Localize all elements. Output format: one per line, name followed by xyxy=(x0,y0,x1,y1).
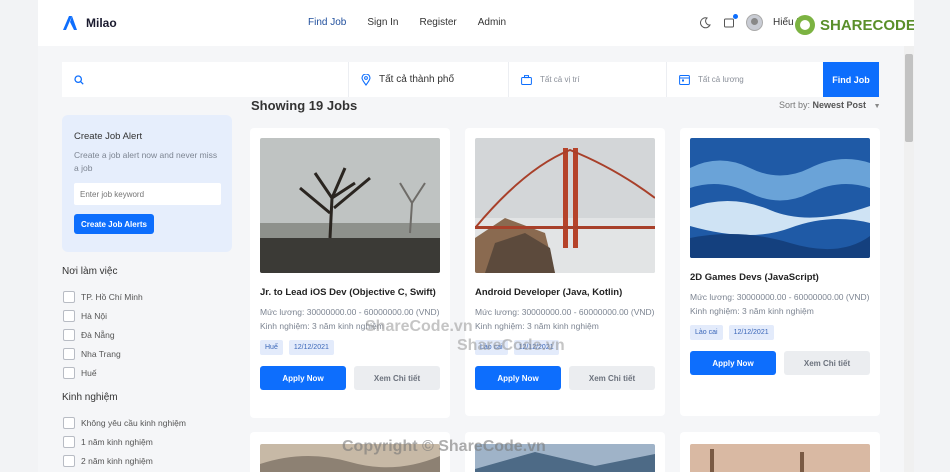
copyright-watermark: Copyright © ShareCode.vn xyxy=(342,438,546,455)
job-card: 2D Games Devs (JavaScript) Mức lương: 30… xyxy=(680,128,880,416)
golden-gate-bridge-photo xyxy=(475,138,655,273)
location-option[interactable]: TP. Hồ Chí Minh xyxy=(63,287,143,306)
job-actions: Apply Now Xem Chi tiết xyxy=(690,351,870,375)
job-tags: Huế 12/12/2021 xyxy=(260,340,440,355)
chevron-down-icon: ▼ xyxy=(873,103,881,110)
scrollbar-thumb[interactable] xyxy=(905,54,913,142)
checkbox[interactable] xyxy=(63,454,75,467)
checkbox[interactable] xyxy=(63,328,75,341)
logo-icon xyxy=(63,16,77,30)
date-tag: 12/12/2021 xyxy=(728,325,774,340)
job-card: Jr. to Lead iOS Dev (Objective C, Swift)… xyxy=(250,128,450,418)
sharecode-logo-icon xyxy=(795,15,815,35)
main-nav: Find Job Sign In Register Admin xyxy=(308,17,506,28)
watermark-text: ShareCode.vn xyxy=(365,318,473,335)
view-detail-button[interactable]: Xem Chi tiết xyxy=(784,351,870,375)
job-title[interactable]: Android Developer (Java, Kotlin) xyxy=(475,287,655,298)
results-count: Showing 19 Jobs xyxy=(251,98,358,113)
avatar[interactable] xyxy=(746,14,763,31)
bell-icon[interactable] xyxy=(722,13,738,30)
misty-tree-photo xyxy=(260,138,440,273)
job-photo xyxy=(690,444,870,472)
sort-value: Newest Post xyxy=(812,100,867,110)
nav-register[interactable]: Register xyxy=(420,17,457,28)
checkbox[interactable] xyxy=(63,290,75,303)
nav-sign-in[interactable]: Sign In xyxy=(367,17,398,28)
find-job-button[interactable]: Find Job xyxy=(823,62,879,97)
location-pin-icon xyxy=(361,73,371,86)
job-alert-keyword-input[interactable] xyxy=(74,183,221,205)
nav-find-job[interactable]: Find Job xyxy=(308,17,346,28)
job-alert-description: Create a job alert now and never miss a … xyxy=(74,150,218,173)
keyword-segment xyxy=(62,62,349,97)
apply-now-button[interactable]: Apply Now xyxy=(690,351,776,375)
page: Milao Find Job Sign In Register Admin Hi… xyxy=(38,0,914,472)
checkbox[interactable] xyxy=(63,435,75,448)
create-job-alert-button[interactable]: Create Job Alerts xyxy=(74,214,154,234)
job-experience: Kinh nghiệm: 3 năm kinh nghiệm xyxy=(690,306,814,316)
position-select[interactable]: Tất cả vị trí xyxy=(509,62,667,97)
brand-logo[interactable]: Milao xyxy=(62,15,117,31)
job-title[interactable]: 2D Games Devs (JavaScript) xyxy=(690,272,870,283)
location-option[interactable]: Đà Nẵng xyxy=(63,325,143,344)
moon-icon[interactable] xyxy=(698,16,712,30)
sort-dropdown[interactable]: Sort by: Newest Post ▼ xyxy=(779,100,881,110)
location-option[interactable]: Nha Trang xyxy=(63,344,143,363)
job-actions: Apply Now Xem Chi tiết xyxy=(260,366,440,390)
apply-now-button[interactable]: Apply Now xyxy=(475,366,561,390)
location-option[interactable]: Huế xyxy=(63,363,143,382)
position-select-label: Tất cả vị trí xyxy=(540,75,580,84)
nav-admin[interactable]: Admin xyxy=(478,17,506,28)
location-tag: Huế xyxy=(260,340,283,355)
job-alert-title: Create Job Alert xyxy=(74,131,143,142)
job-card xyxy=(680,432,880,472)
experience-option[interactable]: 1 năm kinh nghiệm xyxy=(63,432,186,451)
sort-label: Sort by: xyxy=(779,100,811,110)
top-header: Milao Find Job Sign In Register Admin Hi… xyxy=(38,0,914,46)
job-title[interactable]: Jr. to Lead iOS Dev (Objective C, Swift) xyxy=(260,287,440,298)
calendar-icon xyxy=(679,75,690,85)
view-detail-button[interactable]: Xem Chi tiết xyxy=(354,366,440,390)
briefcase-icon xyxy=(521,74,532,85)
date-tag: 12/12/2021 xyxy=(288,340,334,355)
apply-now-button[interactable]: Apply Now xyxy=(260,366,346,390)
location-filter-list: TP. Hồ Chí Minh Hà Nội Đà Nẵng Nha Trang… xyxy=(63,287,143,382)
experience-option[interactable]: Không yêu cầu kinh nghiệm xyxy=(63,413,186,432)
brand-name: Milao xyxy=(86,16,117,30)
job-tags: Lào cai 12/12/2021 xyxy=(690,325,870,340)
header-actions: Hiếu H xyxy=(698,13,804,31)
job-search-bar: Tất cả thành phố Tất cả vị trí Tất cả lư… xyxy=(62,62,879,97)
experience-filter-title: Kinh nghiệm xyxy=(62,392,118,403)
location-filter-title: Nơi làm việc xyxy=(62,266,118,277)
location-tag: Lào cai xyxy=(690,325,723,340)
page-scrollbar[interactable] xyxy=(904,46,914,472)
salary-select[interactable]: Tất cả lương xyxy=(667,62,823,97)
salary-select-label: Tất cả lương xyxy=(698,75,744,84)
job-experience: Kinh nghiệm: 3 năm kinh nghiệm xyxy=(475,321,599,331)
job-card: Android Developer (Java, Kotlin) Mức lươ… xyxy=(465,128,665,416)
job-salary: Mức lương: 30000000.00 - 60000000.00 (VN… xyxy=(690,292,870,302)
keyword-input[interactable] xyxy=(92,74,212,85)
checkbox[interactable] xyxy=(63,347,75,360)
experience-option[interactable]: 2 năm kinh nghiệm xyxy=(63,451,186,470)
sharecode-logo-watermark: SHARECODE.vn xyxy=(794,14,914,36)
checkbox[interactable] xyxy=(63,416,75,429)
job-salary: Mức lương: 30000000.00 - 60000000.00 (VN… xyxy=(475,307,655,317)
city-select[interactable]: Tất cả thành phố xyxy=(349,62,509,97)
city-select-label: Tất cả thành phố xyxy=(379,74,455,85)
search-icon xyxy=(74,74,84,85)
experience-filter-list: Không yêu cầu kinh nghiệm 1 năm kinh ngh… xyxy=(63,413,186,470)
job-alert-panel: Create Job Alert Create a job alert now … xyxy=(62,115,232,252)
checkbox[interactable] xyxy=(63,309,75,322)
job-actions: Apply Now Xem Chi tiết xyxy=(475,366,655,390)
view-detail-button[interactable]: Xem Chi tiết xyxy=(569,366,655,390)
watermark-text: ShareCode.vn xyxy=(457,337,565,354)
ocean-waves-photo xyxy=(690,138,870,258)
notification-dot xyxy=(733,13,738,19)
checkbox[interactable] xyxy=(63,366,75,379)
location-option[interactable]: Hà Nội xyxy=(63,306,143,325)
